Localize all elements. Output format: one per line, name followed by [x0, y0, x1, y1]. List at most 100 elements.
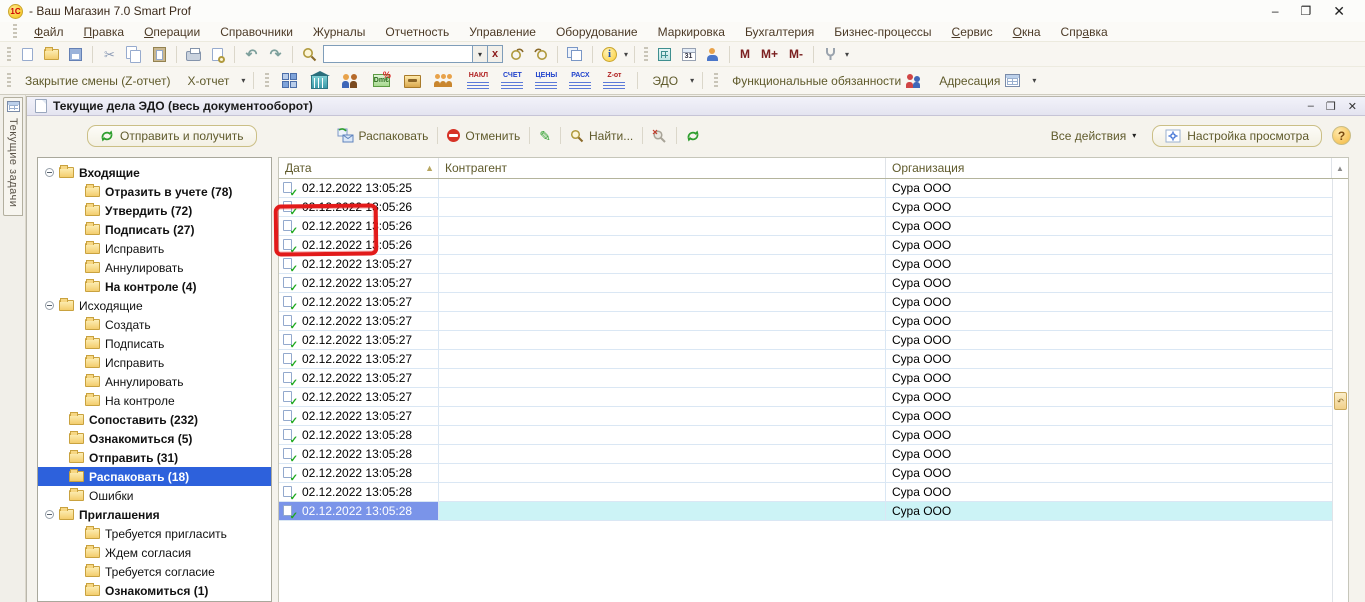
organization-building-icon[interactable]: [306, 71, 332, 91]
calculator-icon[interactable]: [654, 44, 675, 64]
cell-organization[interactable]: Сура ООО: [886, 464, 1332, 482]
user-sessions-icon[interactable]: [702, 44, 723, 64]
menu-item-6[interactable]: Управление: [460, 23, 545, 41]
cell-date[interactable]: ✓02.12.2022 13:05:28: [279, 426, 439, 444]
cell-counterparty[interactable]: [439, 426, 886, 444]
edit-button[interactable]: ✎: [533, 127, 557, 145]
column-header-date[interactable]: Дата ▲: [279, 158, 439, 178]
edo-window-titlebar[interactable]: Текущие дела ЭДО (весь документооборот) …: [27, 97, 1365, 116]
redo-icon[interactable]: ↷: [265, 44, 286, 64]
tree-item[interactable]: Создать: [38, 315, 271, 334]
restore-button[interactable]: ❐: [1301, 0, 1312, 22]
minimize-button[interactable]: –: [1272, 0, 1279, 22]
x-report-button[interactable]: X-отчет: [181, 72, 235, 90]
menu-item-3[interactable]: Справочники: [211, 23, 302, 41]
edo-minimize-button[interactable]: –: [1308, 100, 1314, 113]
copy-icon[interactable]: [123, 44, 145, 64]
edo-caret-icon[interactable]: ▾: [690, 76, 694, 85]
menu-item-1[interactable]: Правка: [75, 23, 134, 41]
cell-date[interactable]: ✓02.12.2022 13:05:28: [279, 464, 439, 482]
tree-item[interactable]: Ждем согласия: [38, 543, 271, 562]
toolbar-grip[interactable]: [7, 47, 11, 62]
tree-item[interactable]: Аннулировать: [38, 258, 271, 277]
tree-item[interactable]: Подписать (27): [38, 220, 271, 239]
workplace-blocks-icon[interactable]: [277, 71, 301, 91]
menu-item-8[interactable]: Маркировка: [649, 23, 734, 41]
doc-shortcut-icon-2[interactable]: ЦЕНЫ: [531, 71, 561, 90]
tree-item[interactable]: Исходящие: [38, 296, 271, 315]
doc-shortcut-icon-1[interactable]: СЧЕТ: [497, 71, 527, 90]
calendar-icon[interactable]: 31: [678, 44, 699, 64]
cell-counterparty[interactable]: [439, 464, 886, 482]
tree-expander-icon[interactable]: [45, 301, 54, 310]
cell-date[interactable]: ✓02.12.2022 13:05:27: [279, 388, 439, 406]
cell-date[interactable]: ✓02.12.2022 13:05:27: [279, 331, 439, 349]
cell-counterparty[interactable]: [439, 255, 886, 273]
cell-counterparty[interactable]: [439, 236, 886, 254]
column-header-organization[interactable]: Организация: [886, 158, 1332, 178]
cell-counterparty[interactable]: [439, 179, 886, 197]
tree-item[interactable]: Аннулировать: [38, 372, 271, 391]
cell-organization[interactable]: Сура ООО: [886, 407, 1332, 425]
all-actions-button[interactable]: Все действия ▾: [1045, 127, 1142, 145]
edo-restore-button[interactable]: ❐: [1326, 100, 1336, 113]
copy-window-icon[interactable]: [564, 44, 586, 64]
help-button[interactable]: ?: [1332, 126, 1351, 145]
table-row[interactable]: ✓02.12.2022 13:05:27 Сура ООО: [279, 331, 1332, 350]
table-row[interactable]: ✓02.12.2022 13:05:27 Сура ООО: [279, 388, 1332, 407]
cell-organization[interactable]: Сура ООО: [886, 388, 1332, 406]
scroll-up-icon[interactable]: ▲: [1332, 158, 1348, 178]
cell-date[interactable]: ✓02.12.2022 13:05:25: [279, 179, 439, 197]
tree-item[interactable]: Исправить: [38, 353, 271, 372]
find-icon[interactable]: [299, 44, 320, 64]
close-shift-button[interactable]: Закрытие смены (Z-отчет): [19, 72, 176, 90]
find-previous-icon[interactable]: [530, 44, 551, 64]
doc-shortcut-icon-0[interactable]: НАКЛ: [463, 71, 493, 90]
cell-organization[interactable]: Сура ООО: [886, 483, 1332, 501]
info-icon[interactable]: i: [599, 44, 620, 64]
cancel-search-button[interactable]: [646, 127, 673, 145]
memory-plus-button[interactable]: M+: [757, 47, 782, 61]
addressing-caret-icon[interactable]: ▾: [1032, 76, 1036, 85]
print-icon[interactable]: [183, 44, 204, 64]
cell-counterparty[interactable]: [439, 369, 886, 387]
cell-date[interactable]: ✓02.12.2022 13:05:27: [279, 312, 439, 330]
cell-counterparty[interactable]: [439, 350, 886, 368]
paste-icon[interactable]: [148, 44, 170, 64]
menu-item-10[interactable]: Бизнес-процессы: [825, 23, 940, 41]
cell-date[interactable]: ✓02.12.2022 13:05:26: [279, 236, 439, 254]
tree-item[interactable]: Утвердить (72): [38, 201, 271, 220]
table-row[interactable]: ✓02.12.2022 13:05:27 Сура ООО: [279, 312, 1332, 331]
cell-counterparty[interactable]: [439, 388, 886, 406]
table-row[interactable]: ✓02.12.2022 13:05:28Сура ООО: [279, 445, 1332, 464]
vertical-scrollbar[interactable]: ↶: [1332, 179, 1348, 602]
table-row[interactable]: ✓02.12.2022 13:05:27Сура ООО: [279, 293, 1332, 312]
tree-item[interactable]: Ошибки: [38, 486, 271, 505]
send-receive-button[interactable]: Отправить и получить: [87, 125, 257, 147]
memory-minus-button[interactable]: M-: [785, 47, 807, 61]
tree-item[interactable]: Требуется пригласить: [38, 524, 271, 543]
cell-date[interactable]: ✓02.12.2022 13:05:28: [279, 502, 439, 520]
find-button[interactable]: Найти...: [564, 127, 639, 145]
cell-organization[interactable]: Сура ООО: [886, 179, 1332, 197]
edo-close-button[interactable]: ✕: [1348, 100, 1357, 113]
cell-organization[interactable]: Сура ООО: [886, 312, 1332, 330]
print-preview-icon[interactable]: [207, 44, 228, 64]
cut-icon[interactable]: ✂: [99, 44, 120, 64]
menu-grip[interactable]: [13, 24, 17, 39]
cell-date[interactable]: ✓02.12.2022 13:05:27: [279, 255, 439, 273]
doc-shortcut-icon-3[interactable]: РАСХ: [565, 71, 595, 90]
cell-organization[interactable]: Сура ООО: [886, 255, 1332, 273]
cell-date[interactable]: ✓02.12.2022 13:05:27: [279, 274, 439, 292]
new-document-icon[interactable]: [17, 44, 38, 64]
cell-counterparty[interactable]: [439, 293, 886, 311]
service-caret-icon[interactable]: ▾: [845, 50, 849, 59]
menu-item-0[interactable]: Файл: [25, 23, 73, 41]
doc-shortcut-icon-4[interactable]: Z-от: [599, 71, 629, 90]
cell-counterparty[interactable]: [439, 274, 886, 292]
table-row[interactable]: ✓02.12.2022 13:05:25 Сура ООО: [279, 179, 1332, 198]
table-row[interactable]: ✓02.12.2022 13:05:28Сура ООО: [279, 483, 1332, 502]
cell-date[interactable]: ✓02.12.2022 13:05:27: [279, 293, 439, 311]
save-icon[interactable]: [65, 44, 86, 64]
cell-organization[interactable]: Сура ООО: [886, 331, 1332, 349]
